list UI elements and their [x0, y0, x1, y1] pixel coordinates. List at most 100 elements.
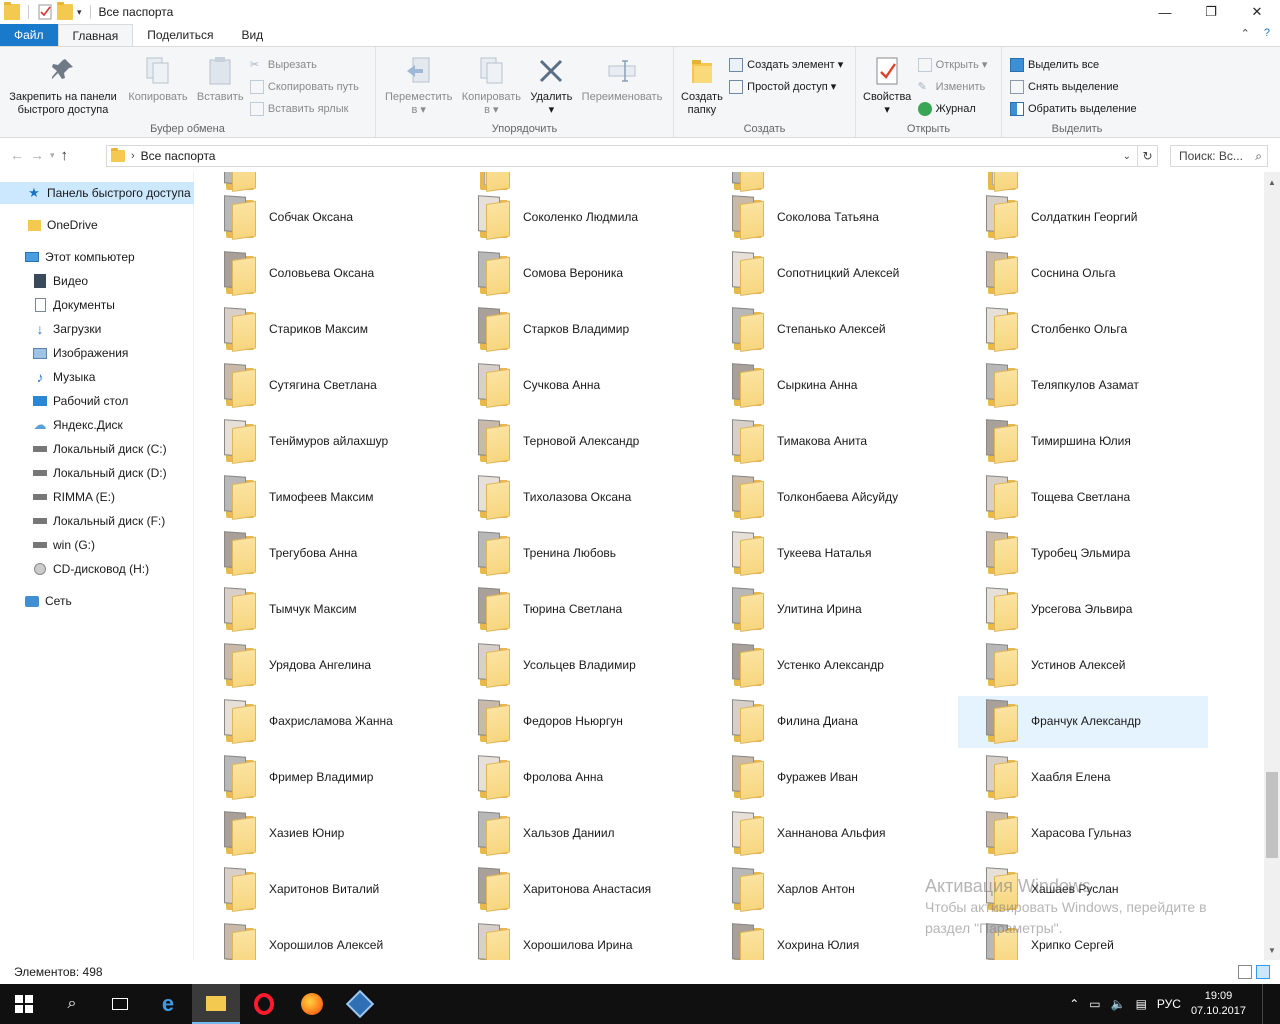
folder-item[interactable]: Тукеева Наталья: [704, 528, 954, 580]
history-button[interactable]: Журнал: [917, 99, 988, 118]
folder-item[interactable]: Харитонов Виталий: [196, 864, 446, 916]
folder-item[interactable]: Тимакова Анита: [704, 416, 954, 468]
folder-item[interactable]: Хальзов Даниил: [450, 808, 700, 860]
folder-item[interactable]: Теляпкулов Азамат: [958, 360, 1208, 412]
folder-item[interactable]: Тощева Светлана: [958, 472, 1208, 524]
folder-item[interactable]: Фахрисламова Жанна: [196, 696, 446, 748]
breadcrumb-chevron-icon[interactable]: ›: [131, 150, 135, 162]
folder-item[interactable]: Федоров Ньюргун: [450, 696, 700, 748]
notifications-icon[interactable]: [1262, 984, 1266, 1024]
folder-item[interactable]: Устинов Алексей: [958, 640, 1208, 692]
folder-item[interactable]: Соколова Татьяна: [704, 192, 954, 244]
copy-button[interactable]: Копировать: [125, 51, 190, 106]
folder-item[interactable]: Тимофеев Максим: [196, 472, 446, 524]
folder-item[interactable]: Тимиршина Юлия: [958, 416, 1208, 468]
folder-item[interactable]: Старков Владимир: [450, 304, 700, 356]
folder-item[interactable]: Тренина Любовь: [450, 528, 700, 580]
breadcrumb-current[interactable]: Все паспорта: [141, 149, 216, 163]
address-bar[interactable]: › Все паспорта ⌄: [106, 145, 1138, 167]
folder-item[interactable]: Хорошилов Алексей: [196, 920, 446, 960]
folder-item[interactable]: Франчук Александр: [958, 696, 1208, 748]
folder-item[interactable]: Стариков Максим: [196, 304, 446, 356]
folder-item[interactable]: Толконбаева Айсуйду: [704, 472, 954, 524]
nav-cd-drive[interactable]: CD-дисковод (H:): [0, 558, 194, 580]
up-arrow-icon[interactable]: ↑: [61, 147, 69, 164]
folder-item[interactable]: Усольцев Владимир: [450, 640, 700, 692]
help-icon[interactable]: ?: [1264, 27, 1270, 40]
start-button[interactable]: [0, 984, 48, 1024]
nav-documents[interactable]: Документы: [0, 294, 194, 316]
properties-icon[interactable]: [37, 4, 53, 20]
file-explorer-taskbar-button[interactable]: [192, 984, 240, 1024]
cut-button[interactable]: ✂ Вырезать: [250, 55, 359, 74]
nav-desktop[interactable]: Рабочий стол: [0, 390, 194, 412]
folder-item[interactable]: Сопотницкий Алексей: [704, 248, 954, 300]
folder-item[interactable]: Харлов Антон: [704, 864, 954, 916]
folder-item[interactable]: Фуражев Иван: [704, 752, 954, 804]
recent-locations-icon[interactable]: ▾: [50, 150, 55, 161]
select-all-button[interactable]: Выделить все: [1010, 55, 1137, 74]
show-hidden-icons-icon[interactable]: ⌃: [1069, 997, 1079, 1011]
delete-button[interactable]: Удалить ▾: [527, 51, 575, 119]
clock[interactable]: 19:09 07.10.2017: [1191, 989, 1246, 1019]
rename-button[interactable]: Переименовать: [579, 51, 666, 106]
folder-item[interactable]: Хорошилова Ирина: [450, 920, 700, 960]
folder-item[interactable]: Харасова Гульназ: [958, 808, 1208, 860]
nav-drive-g[interactable]: win (G:): [0, 534, 194, 556]
folder-item[interactable]: Урсегова Эльвира: [958, 584, 1208, 636]
copy-path-button[interactable]: Скопировать путь: [249, 77, 359, 96]
volume-icon[interactable]: 🔈: [1111, 997, 1126, 1011]
folder-item[interactable]: Тюрина Светлана: [450, 584, 700, 636]
tab-file[interactable]: Файл: [0, 24, 58, 46]
folder-item[interactable]: Сутягина Светлана: [196, 360, 446, 412]
pin-quick-access-button[interactable]: Закрепить на панели быстрого доступа: [4, 51, 122, 119]
new-item-button[interactable]: Создать элемент ▾: [729, 55, 843, 74]
folder-item[interactable]: Фример Владимир: [196, 752, 446, 804]
folder-item[interactable]: Сучкова Анна: [450, 360, 700, 412]
nav-music[interactable]: ♪ Музыка: [0, 366, 194, 388]
folder-item[interactable]: Трегубова Анна: [196, 528, 446, 580]
customize-quick-access-icon[interactable]: ▾: [77, 7, 82, 18]
folder-item[interactable]: Терновой Александр: [450, 416, 700, 468]
scroll-down-icon[interactable]: ▼: [1264, 942, 1280, 958]
nav-video[interactable]: Видео: [0, 270, 194, 292]
select-none-button[interactable]: Снять выделение: [1010, 77, 1137, 96]
language-indicator[interactable]: РУС: [1157, 997, 1181, 1011]
network-icon[interactable]: ▭: [1089, 997, 1100, 1011]
edge-taskbar-button[interactable]: e: [144, 984, 192, 1024]
edit-button[interactable]: ✎ Изменить: [918, 77, 988, 96]
folder-item[interactable]: Харитонова Анастасия: [450, 864, 700, 916]
vertical-scrollbar[interactable]: ▲ ▼: [1264, 172, 1280, 960]
nav-drive-c[interactable]: Локальный диск (C:): [0, 438, 194, 460]
nav-drive-f[interactable]: Локальный диск (F:): [0, 510, 194, 532]
ribbon-collapse-icon[interactable]: ⌃: [1241, 27, 1250, 40]
folder-item[interactable]: Хаабля Елена: [958, 752, 1208, 804]
folder-item[interactable]: Соколенко Людмила: [450, 192, 700, 244]
paste-shortcut-button[interactable]: Вставить ярлык: [249, 99, 359, 118]
nav-drive-e[interactable]: RIMMA (E:): [0, 486, 194, 508]
nav-yandex-disk[interactable]: ☁ Яндекс.Диск: [0, 414, 194, 436]
virtualbox-taskbar-button[interactable]: [336, 984, 384, 1024]
folder-item[interactable]: Степанько Алексей: [704, 304, 954, 356]
folder-item[interactable]: Сомова Вероника: [450, 248, 700, 300]
folder-item[interactable]: Туробец Эльмира: [958, 528, 1208, 580]
nav-quick-access[interactable]: ★ Панель быстрого доступа: [0, 182, 194, 204]
folder-item[interactable]: Урядова Ангелина: [196, 640, 446, 692]
folder-item[interactable]: Тымчук Максим: [196, 584, 446, 636]
folder-item[interactable]: Сыркина Анна: [704, 360, 954, 412]
close-button[interactable]: ✕: [1234, 0, 1280, 24]
nav-downloads[interactable]: ↓ Загрузки: [0, 318, 194, 340]
folder-item[interactable]: Хазиев Юнир: [196, 808, 446, 860]
nav-this-pc[interactable]: Этот компьютер: [0, 246, 194, 268]
nav-network[interactable]: Сеть: [0, 590, 194, 612]
folder-item[interactable]: Собчак Оксана: [196, 192, 446, 244]
maximize-button[interactable]: ❐: [1188, 0, 1234, 24]
folder-item[interactable]: Тенймуров айлахшур: [196, 416, 446, 468]
back-arrow-icon[interactable]: ←: [10, 147, 24, 163]
details-view-icon[interactable]: [1238, 965, 1252, 979]
tab-view[interactable]: Вид: [227, 24, 277, 46]
open-button[interactable]: Открыть ▾: [917, 55, 987, 74]
new-folder-icon[interactable]: [57, 2, 73, 20]
paste-button[interactable]: Вставить: [194, 51, 247, 106]
folder-item[interactable]: Столбенко Ольга: [958, 304, 1208, 356]
